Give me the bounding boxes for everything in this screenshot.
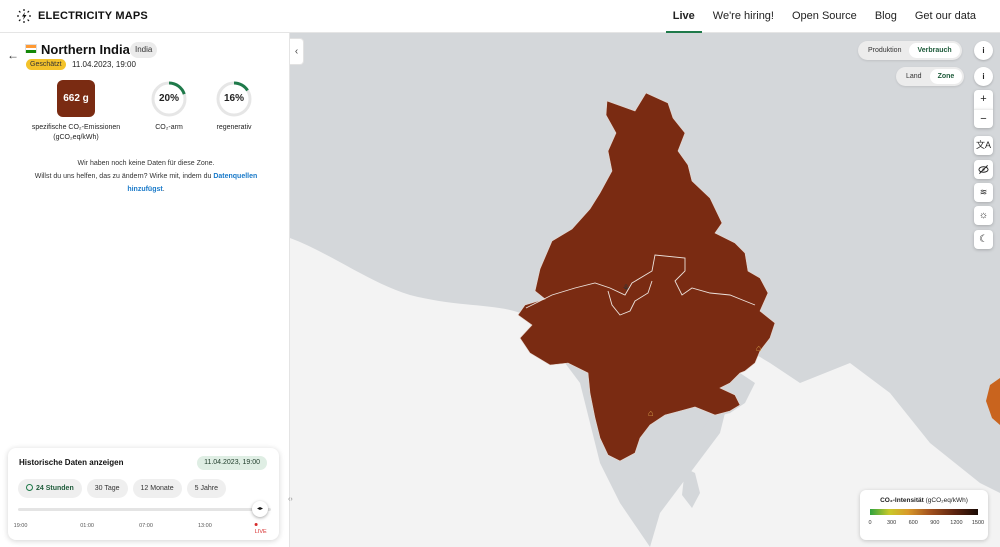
- toggle-zone[interactable]: Zone: [929, 69, 963, 84]
- legend-tick: 300: [887, 520, 897, 526]
- history-card: Historische Daten anzeigen 11.04.2023, 1…: [8, 448, 279, 540]
- legend-tick: 0: [868, 520, 872, 526]
- back-arrow-icon[interactable]: ←: [7, 48, 19, 62]
- legend-title-text: CO₂-Intensität: [880, 497, 924, 504]
- estimated-badge: Geschätzt: [26, 59, 66, 70]
- eye-off-icon[interactable]: [974, 160, 993, 179]
- history-range-tabs: 24 Stunden 30 Tage 12 Monate 5 Jahre: [18, 479, 226, 498]
- country-chip: India: [130, 42, 158, 58]
- map[interactable]: ⚘ ⌂ ⌂: [290, 33, 1000, 547]
- legend-title: CO₂-Intensität (gCO₂eq/kWh): [860, 497, 988, 504]
- toggle-production[interactable]: Produktion: [860, 43, 909, 58]
- logo[interactable]: ELECTRICITY MAPS: [16, 8, 148, 24]
- co2-intensity-legend: CO₂-Intensität (gCO₂eq/kWh) 0 300 600 90…: [860, 490, 988, 540]
- expand-arrows-icon[interactable]: ‹›: [288, 496, 293, 503]
- translate-icon[interactable]: 文A: [974, 136, 993, 155]
- carbon-label-line1: spezifische CO₂-Emissionen: [31, 124, 121, 131]
- no-data-message: Wir haben noch keine Daten für diese Zon…: [15, 157, 277, 196]
- low-carbon-value: 20%: [158, 93, 179, 104]
- toggle-consumption[interactable]: Verbrauch: [909, 43, 960, 58]
- sun-icon[interactable]: ☼: [974, 206, 993, 225]
- nav-blog[interactable]: Blog: [866, 0, 906, 33]
- tick-label: 19:00: [13, 523, 28, 529]
- east-edge-zone: [986, 378, 1000, 425]
- tab-5-years[interactable]: 5 Jahre: [186, 479, 226, 498]
- legend-tick: 1500: [971, 520, 985, 526]
- history-date-badge: 11.04.2023, 19:00: [197, 456, 267, 470]
- legend-unit: (gCO₂eq/kWh): [925, 497, 968, 504]
- zone-timestamp: 11.04.2023, 19:00: [72, 60, 136, 69]
- tab-24-hours[interactable]: 24 Stunden: [18, 479, 82, 498]
- renewable-label: regenerativ: [216, 124, 252, 131]
- tick-label: 13:00: [197, 523, 212, 529]
- nav-live[interactable]: Live: [664, 0, 704, 33]
- collapse-panel-chevron-icon[interactable]: ‹: [290, 38, 304, 65]
- carbon-intensity-label: spezifische CO₂-Emissionen (gCO₂eq/kWh): [20, 123, 132, 143]
- zone-name: Northern India: [41, 42, 130, 57]
- time-slider-track[interactable]: [18, 508, 271, 511]
- toggle-country[interactable]: Land: [898, 69, 930, 84]
- country-zone-toggle: Land Zone: [896, 67, 965, 86]
- nav-get-our-data[interactable]: Get our data: [906, 0, 1000, 33]
- time-slider-thumb[interactable]: ◂▸: [252, 501, 268, 517]
- live-dot-icon: [254, 523, 258, 526]
- production-consumption-toggle: Produktion Verbrauch: [858, 41, 962, 60]
- live-indicator: LIVE: [254, 523, 268, 535]
- legend-ticks: 0 300 600 900 1200 1500: [868, 520, 984, 528]
- tab-24-hours-label: 24 Stunden: [36, 485, 74, 492]
- legend-color-bar: [870, 509, 978, 515]
- electricity-maps-logo-icon: [17, 9, 31, 23]
- info-icon[interactable]: i: [974, 67, 993, 86]
- legend-tick: 900: [930, 520, 940, 526]
- tab-30-days[interactable]: 30 Tage: [86, 479, 128, 498]
- factory-marker-icon-2: ⌂: [648, 408, 653, 418]
- nav-hiring[interactable]: We're hiring!: [704, 0, 783, 33]
- time-ticks: 19:00 01:00 07:00 13:00 LIVE: [14, 523, 274, 535]
- renewable-value: 16%: [223, 93, 244, 104]
- clock-icon: [26, 484, 33, 491]
- no-data-line1: Wir haben noch keine Daten für diese Zon…: [77, 160, 215, 167]
- carbon-label-line2: (gCO₂eq/kWh): [53, 134, 99, 141]
- moon-icon[interactable]: ☾: [974, 230, 993, 249]
- india-flag-icon: [25, 44, 37, 53]
- tick-label: 01:00: [80, 523, 94, 529]
- tick-label: 07:00: [139, 523, 153, 529]
- tab-12-months[interactable]: 12 Monate: [132, 479, 182, 498]
- map-canvas[interactable]: ⚘ ⌂ ⌂: [290, 33, 1000, 547]
- zoom-out-button[interactable]: −: [974, 109, 993, 128]
- factory-marker-icon: ⌂: [756, 343, 761, 353]
- info-icon[interactable]: i: [974, 41, 993, 60]
- nav-links: Live We're hiring! Open Source Blog Get …: [664, 0, 1000, 33]
- nav-open-source[interactable]: Open Source: [783, 0, 866, 33]
- wind-marker-icon: ⚘: [622, 283, 630, 293]
- carbon-intensity-box[interactable]: 662 g: [57, 80, 95, 117]
- zone-header: ← Northern India India Geschätzt 11.04.2…: [0, 33, 290, 78]
- top-navigation: ELECTRICITY MAPS Live We're hiring! Open…: [0, 0, 1000, 33]
- datasources-link[interactable]: Datenquellen: [213, 173, 257, 180]
- datasources-link-2[interactable]: hinzufügst: [127, 186, 162, 193]
- wind-icon[interactable]: ≋: [974, 183, 993, 202]
- logo-text: ELECTRICITY MAPS: [38, 10, 148, 22]
- legend-tick: 1200: [950, 520, 963, 526]
- legend-tick: 600: [908, 520, 918, 526]
- zoom-in-button[interactable]: +: [974, 90, 993, 109]
- live-label: LIVE: [254, 529, 267, 535]
- no-data-end: .: [162, 186, 165, 193]
- no-data-line2: Willst du uns helfen, das zu ändern? Wir…: [34, 173, 212, 180]
- history-title: Historische Daten anzeigen: [19, 458, 124, 467]
